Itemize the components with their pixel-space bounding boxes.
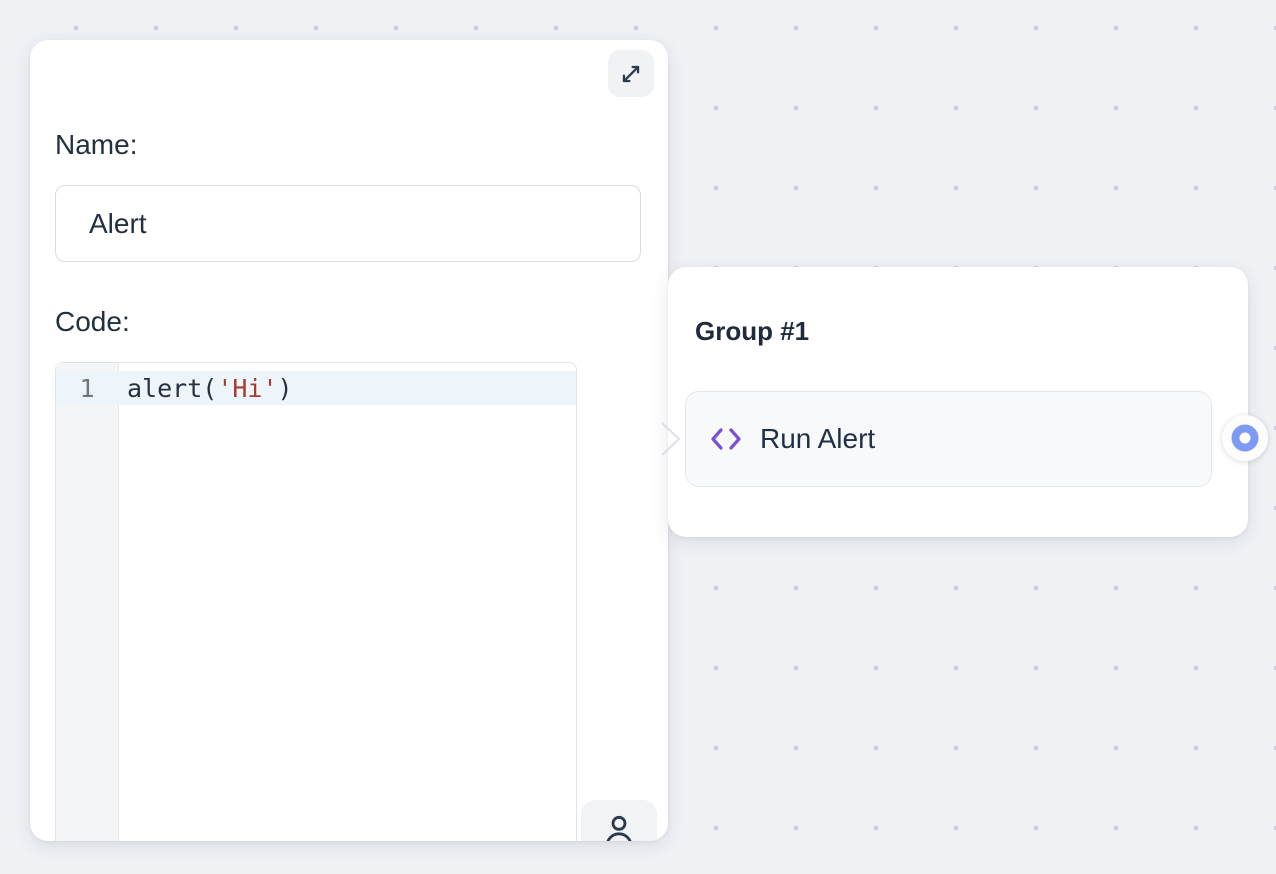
- code-icon: [709, 426, 743, 452]
- code-line: alert('Hi'): [127, 374, 293, 403]
- expand-icon: [618, 61, 644, 87]
- node-label: Run Alert: [760, 423, 875, 455]
- output-handle-halo: [1222, 415, 1268, 461]
- group-card[interactable]: Group #1 Run Alert: [668, 267, 1248, 537]
- code-editor[interactable]: 1 alert('Hi'): [55, 362, 577, 841]
- line-number: 1: [56, 374, 118, 403]
- connection-chevron-icon: [652, 415, 692, 463]
- output-handle[interactable]: [1232, 425, 1259, 452]
- user-profile-button[interactable]: [581, 800, 657, 841]
- person-icon: [599, 810, 639, 841]
- flow-node-run-alert[interactable]: Run Alert: [685, 391, 1212, 487]
- code-label: Code:: [55, 306, 130, 338]
- code-token-plain: ): [278, 374, 293, 403]
- name-label: Name:: [55, 129, 137, 161]
- editor-gutter: [56, 363, 119, 841]
- flow-canvas[interactable]: Name: Code: 1 alert('Hi') Group #1: [0, 0, 1276, 874]
- group-title: Group #1: [695, 316, 809, 347]
- expand-button[interactable]: [608, 50, 654, 97]
- name-input[interactable]: [55, 185, 641, 262]
- code-token-plain: alert(: [127, 374, 217, 403]
- node-editor-panel: Name: Code: 1 alert('Hi'): [30, 40, 668, 841]
- code-token-string: 'Hi': [217, 374, 277, 403]
